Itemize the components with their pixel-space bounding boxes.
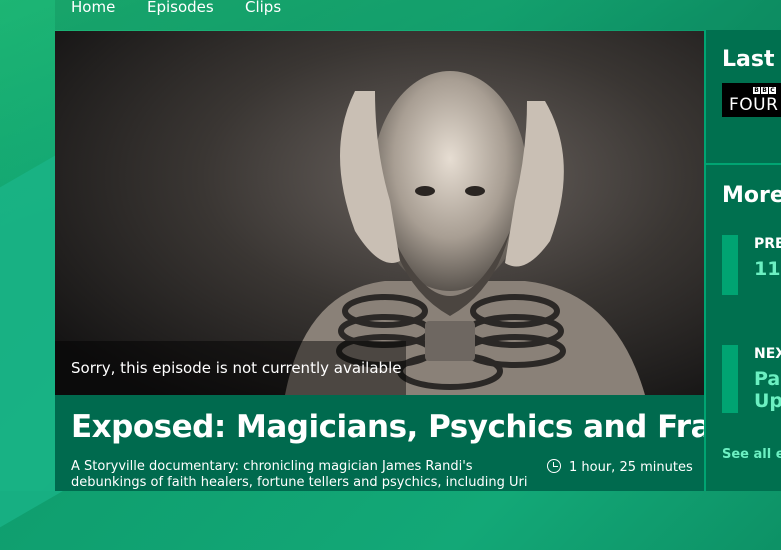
previous-episode-link[interactable]: 112 [754, 258, 781, 280]
bbc-box-2: B [761, 87, 768, 94]
channel-name: FOUR [729, 95, 779, 115]
episode-details: Exposed: Magicians, Psychics and Frauds … [55, 395, 773, 491]
top-nav: Home Episodes Clips [55, 0, 781, 30]
description-line-2: debunkings of faith healers, fortune tel… [71, 475, 528, 490]
nav-home-link[interactable]: Home [71, 0, 115, 16]
previous-label: PRE [754, 236, 781, 252]
next-title-line-1: Par [754, 368, 781, 390]
description-line-1: A Storyville documentary: chronicling ma… [71, 459, 473, 474]
previous-episode-thumbnail[interactable] [722, 235, 738, 295]
nav-clips-link[interactable]: Clips [245, 0, 281, 16]
episode-description: A Storyville documentary: chronicling ma… [71, 459, 531, 491]
episode-title: Exposed: Magicians, Psychics and Frauds [71, 409, 773, 445]
clock-icon [547, 459, 561, 473]
next-episode-link[interactable]: Par Up [754, 368, 781, 412]
episode-duration: 1 hour, 25 minutes [547, 459, 693, 475]
more-episodes-panel [704, 165, 781, 491]
next-episode-thumbnail[interactable] [722, 345, 738, 413]
see-all-episodes-link[interactable]: See all ep [722, 447, 781, 462]
next-label: NEX [754, 346, 781, 362]
nav-episodes-link[interactable]: Episodes [147, 0, 214, 16]
unavailable-message: Sorry, this episode is not currently ava… [71, 359, 402, 377]
duration-text: 1 hour, 25 minutes [569, 460, 693, 475]
bbc-box-3: C [769, 87, 776, 94]
unavailable-notice: Sorry, this episode is not currently ava… [55, 341, 406, 395]
bbc-box-1: B [753, 87, 760, 94]
next-title-line-2: Up [754, 390, 781, 412]
channel-logo[interactable]: BBC FOUR [722, 83, 781, 117]
last-on-heading: Last o [722, 47, 781, 72]
more-heading: More [722, 183, 781, 208]
